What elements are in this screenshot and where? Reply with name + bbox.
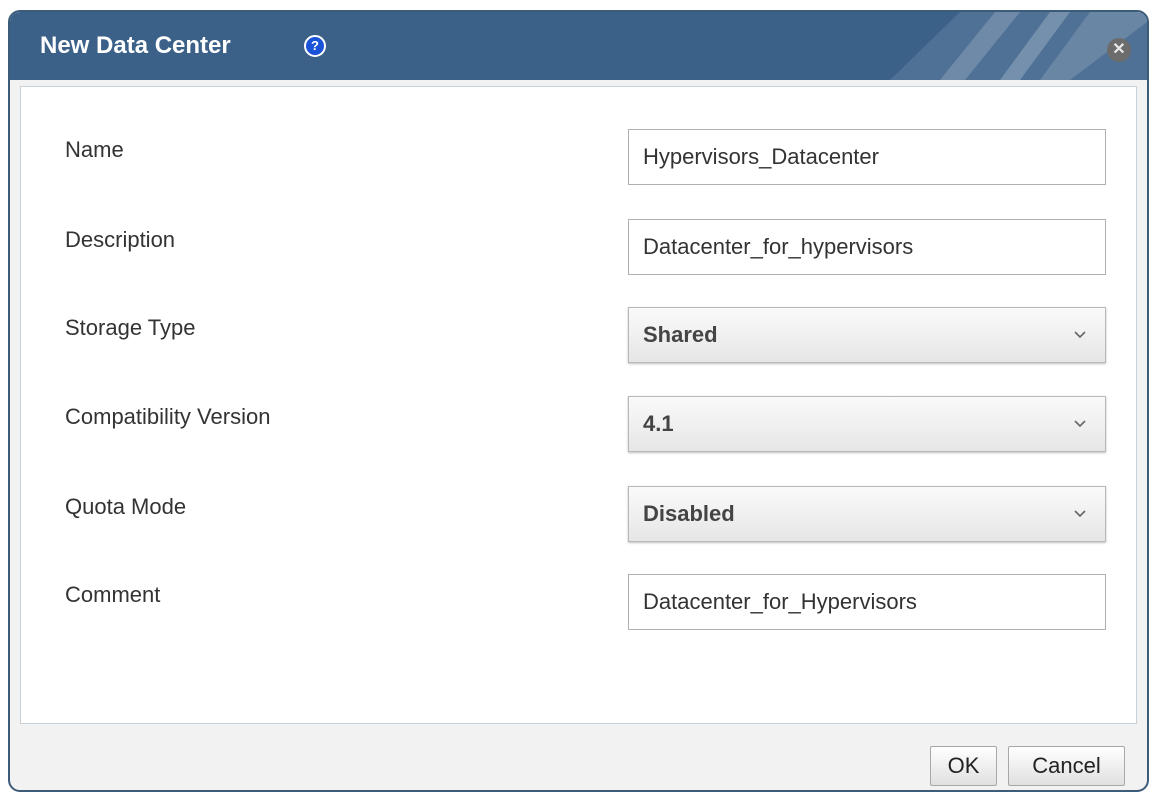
dialog-content: Name Description Storage Type Shared Com… — [20, 86, 1137, 724]
cancel-button[interactable]: Cancel — [1008, 746, 1125, 786]
name-label: Name — [65, 137, 124, 162]
comment-row: Comment — [21, 574, 1136, 630]
ok-button[interactable]: OK — [930, 746, 997, 786]
description-row: Description — [21, 219, 1136, 275]
close-icon[interactable]: ✕ — [1107, 38, 1131, 62]
quota-mode-label: Quota Mode — [65, 494, 187, 519]
new-data-center-dialog: New Data Center ? ✕ Name Description Sto… — [8, 10, 1149, 792]
quota-mode-row: Quota Mode Disabled — [21, 486, 1136, 542]
quota-mode-value: Disabled — [643, 501, 735, 526]
dialog-titlebar[interactable]: New Data Center ? ✕ — [10, 12, 1147, 80]
dialog-footer: OK Cancel — [10, 724, 1147, 790]
storage-type-select[interactable]: Shared — [628, 307, 1106, 363]
dialog-title: New Data Center — [40, 32, 231, 59]
comment-label: Comment — [65, 582, 161, 607]
name-field[interactable] — [628, 129, 1106, 185]
compatibility-version-select[interactable]: 4.1 — [628, 396, 1106, 452]
compatibility-version-label: Compatibility Version — [65, 404, 271, 429]
comment-field[interactable] — [628, 574, 1106, 630]
description-label: Description — [65, 227, 176, 252]
compatibility-version-value: 4.1 — [643, 411, 674, 436]
chevron-down-icon — [1074, 510, 1086, 518]
storage-type-value: Shared — [643, 322, 718, 347]
storage-type-label: Storage Type — [65, 315, 196, 340]
help-icon[interactable]: ? — [304, 35, 326, 57]
chevron-down-icon — [1074, 420, 1086, 428]
chevron-down-icon — [1074, 331, 1086, 339]
compatibility-version-row: Compatibility Version 4.1 — [21, 396, 1136, 452]
quota-mode-select[interactable]: Disabled — [628, 486, 1106, 542]
name-row: Name — [21, 129, 1136, 185]
storage-type-row: Storage Type Shared — [21, 307, 1136, 363]
description-field[interactable] — [628, 219, 1106, 275]
